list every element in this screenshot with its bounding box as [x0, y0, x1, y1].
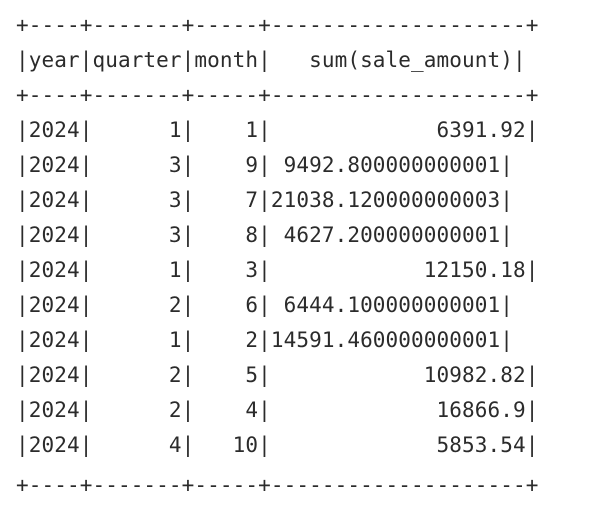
table-border-bottom: +----+-------+-----+--------------------…: [16, 473, 539, 497]
table-row: |2024| 1| 3| 12150.18|: [16, 258, 539, 282]
table-row: |2024| 2| 6| 6444.100000000001|: [16, 293, 513, 317]
table-row: |2024| 1| 2|14591.460000000001|: [16, 328, 513, 352]
table-row: |2024| 4| 10| 5853.54|: [16, 433, 539, 457]
console-output: +----+-------+-----+--------------------…: [16, 8, 576, 508]
table-row: |2024| 1| 1| 6391.92|: [16, 118, 539, 142]
table-row: |2024| 3| 7|21038.120000000003|: [16, 188, 513, 212]
table-row: |2024| 3| 8| 4627.200000000001|: [16, 223, 513, 247]
table-border-mid: +----+-------+-----+--------------------…: [16, 83, 539, 107]
table-border-top: +----+-------+-----+--------------------…: [16, 13, 539, 37]
table-row: |2024| 2| 5| 10982.82|: [16, 363, 539, 387]
table-header-row: |year|quarter|month| sum(sale_amount)|: [16, 48, 526, 72]
table-row: |2024| 2| 4| 16866.9|: [16, 398, 539, 422]
table-row: |2024| 3| 9| 9492.800000000001|: [16, 153, 513, 177]
